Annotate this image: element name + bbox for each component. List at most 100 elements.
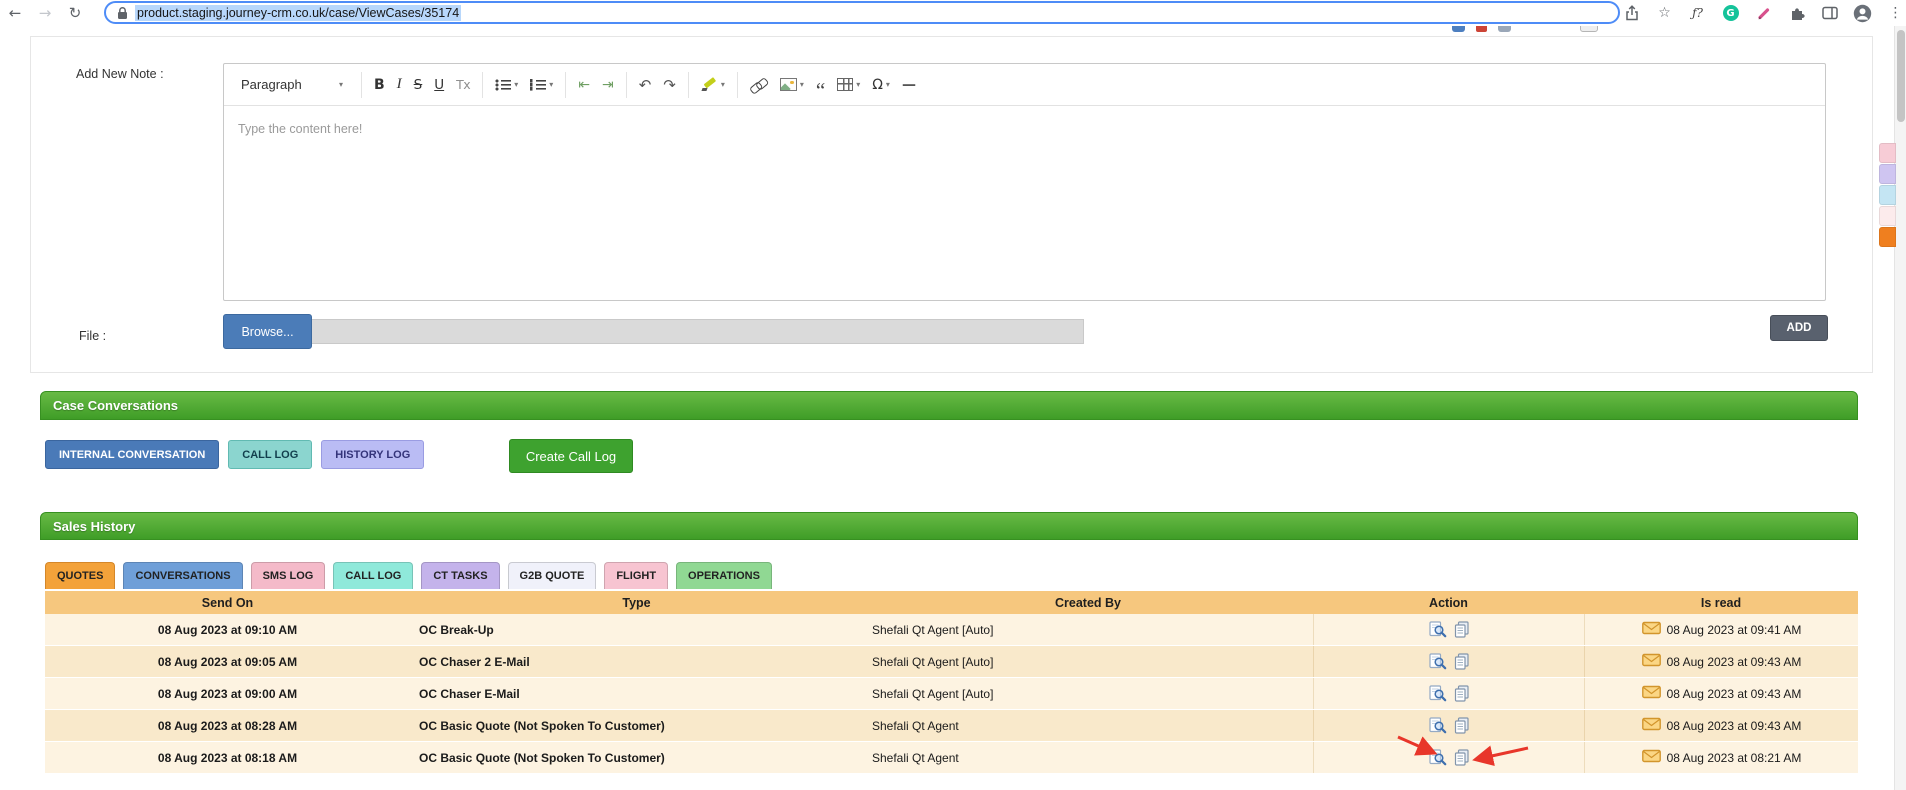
browse-button[interactable]: Browse... <box>223 314 312 349</box>
view-quote-icon[interactable] <box>1428 749 1447 766</box>
table-body: 08 Aug 2023 at 09:10 AM OC Break-Up Shef… <box>45 614 1858 774</box>
decrease-indent-button[interactable]: ⇤ <box>572 70 596 100</box>
table-header-row: Send On Type Created By Action Is read <box>45 591 1858 614</box>
reload-icon[interactable]: ↻ <box>60 0 90 26</box>
strikethrough-button[interactable]: S <box>408 70 429 100</box>
scrollbar-thumb[interactable] <box>1897 30 1905 122</box>
copy-document-icon[interactable] <box>1454 653 1470 670</box>
side-widget-item[interactable] <box>1879 206 1896 226</box>
browser-chrome: ← → ↻ product.staging.journey-crm.co.uk/… <box>0 0 1906 26</box>
add-note-section: Add New Note : Paragraph ▾ B I S U Tx ▾ ▾ ⇤ ⇥ ↶ ↷ ▾… <box>30 36 1873 373</box>
numbered-list-button[interactable]: ▾ <box>524 70 559 100</box>
tab-quotes[interactable]: QUOTES <box>45 562 116 589</box>
side-panel-icon[interactable] <box>1820 0 1839 26</box>
column-header-action: Action <box>1429 595 1468 610</box>
table-row[interactable]: 08 Aug 2023 at 08:28 AM OC Basic Quote (… <box>45 710 1858 742</box>
lock-icon <box>116 6 129 20</box>
cell-is-read: 08 Aug 2023 at 09:43 AM <box>1584 678 1858 709</box>
table-row[interactable]: 08 Aug 2023 at 09:00 AM OC Chaser E-Mail… <box>45 678 1858 710</box>
remove-format-button[interactable]: Tx <box>450 70 476 100</box>
chevron-down-icon: ▾ <box>799 80 804 89</box>
side-widget-item[interactable] <box>1879 185 1896 205</box>
insert-image-button[interactable]: ▾ <box>774 70 810 100</box>
profile-avatar[interactable] <box>1853 0 1872 26</box>
side-widget-item[interactable] <box>1879 143 1896 163</box>
pencil-extension-icon[interactable] <box>1754 0 1773 26</box>
bookmark-star-icon[interactable]: ☆ <box>1655 0 1674 26</box>
tab-operations[interactable]: OPERATIONS <box>676 562 772 589</box>
table-row[interactable]: 08 Aug 2023 at 09:10 AM OC Break-Up Shef… <box>45 614 1858 646</box>
url-text[interactable]: product.staging.journey-crm.co.uk/case/V… <box>135 4 462 21</box>
page-scrollbar[interactable] <box>1894 26 1906 790</box>
block-quote-button[interactable]: “ <box>810 70 831 100</box>
address-bar[interactable]: product.staging.journey-crm.co.uk/case/V… <box>104 1 1620 24</box>
bulleted-list-icon <box>495 78 512 91</box>
file-label: File : <box>79 329 107 343</box>
remove-format-icon: Tx <box>456 77 471 92</box>
button-internal-conversation[interactable]: INTERNAL CONVERSATION <box>45 440 220 469</box>
button-history-log[interactable]: HISTORY LOG <box>321 440 425 469</box>
tab-g2b-quote[interactable]: G2B QUOTE <box>507 562 597 589</box>
undo-button[interactable]: ↶ <box>633 70 658 100</box>
tab-sms-log[interactable]: SMS LOG <box>250 562 326 589</box>
underline-button[interactable]: U <box>428 70 450 100</box>
increase-indent-icon: ⇥ <box>601 76 614 93</box>
envelope-icon <box>1641 717 1661 734</box>
tab-flight[interactable]: FLIGHT <box>604 562 669 589</box>
side-widget-item[interactable] <box>1879 227 1896 247</box>
view-quote-icon[interactable] <box>1428 685 1447 702</box>
tab-call-log[interactable]: CALL LOG <box>333 562 414 589</box>
column-header-type: Type <box>622 595 651 610</box>
side-color-widget <box>1879 143 1896 248</box>
cell-created-by: Shefali Qt Agent [Auto] <box>872 686 994 701</box>
view-quote-icon[interactable] <box>1428 653 1447 670</box>
grammarly-extension-icon[interactable]: G <box>1721 0 1740 26</box>
numbered-list-icon <box>530 78 547 91</box>
horizontal-line-button[interactable]: — <box>896 70 922 100</box>
cell-action <box>1313 742 1584 773</box>
table-row[interactable]: 08 Aug 2023 at 08:18 AM OC Basic Quote (… <box>45 742 1858 774</box>
special-characters-button[interactable]: Ω ▾ <box>866 70 896 100</box>
file-input-track[interactable] <box>312 319 1084 344</box>
bold-button[interactable]: B <box>368 70 391 100</box>
redo-button[interactable]: ↷ <box>657 70 682 100</box>
back-icon[interactable]: ← <box>0 0 30 26</box>
fn-extension-icon[interactable]: ƒ? <box>1688 0 1707 26</box>
italic-button[interactable]: I <box>391 70 408 100</box>
increase-indent-button[interactable]: ⇥ <box>596 70 620 100</box>
create-call-log-button[interactable]: Create Call Log <box>509 439 633 473</box>
is-read-date: 08 Aug 2023 at 08:21 AM <box>1666 750 1802 765</box>
button-call-log[interactable]: CALL LOG <box>228 440 313 469</box>
forward-icon[interactable]: → <box>30 0 60 26</box>
sales-history-header: Sales History <box>40 512 1858 540</box>
view-quote-icon[interactable] <box>1428 717 1447 734</box>
tab-ct-tasks[interactable]: CT TASKS <box>421 562 500 589</box>
paragraph-dropdown[interactable]: Paragraph ▾ <box>233 70 351 100</box>
cell-type: OC Chaser 2 E-Mail <box>419 654 530 669</box>
cell-type: OC Chaser E-Mail <box>419 686 520 701</box>
share-icon[interactable] <box>1622 0 1641 26</box>
editor-body[interactable]: Type the content here! <box>224 106 1825 301</box>
side-widget-item[interactable] <box>1879 164 1896 184</box>
browser-menu-icon[interactable]: ⋮ <box>1886 0 1905 26</box>
chevron-down-icon: ▾ <box>856 80 861 89</box>
add-note-label: Add New Note : <box>76 67 164 81</box>
insert-table-button[interactable]: ▾ <box>831 70 866 100</box>
copy-document-icon[interactable] <box>1454 749 1470 766</box>
copy-document-icon[interactable] <box>1454 717 1470 734</box>
envelope-icon <box>1641 685 1661 702</box>
view-quote-icon[interactable] <box>1428 621 1447 638</box>
copy-document-icon[interactable] <box>1454 621 1470 638</box>
highlight-button[interactable]: ▾ <box>695 70 731 100</box>
copy-document-icon[interactable] <box>1454 685 1470 702</box>
tab-conversations[interactable]: CONVERSATIONS <box>123 562 243 589</box>
table-row[interactable]: 08 Aug 2023 at 09:05 AM OC Chaser 2 E-Ma… <box>45 646 1858 678</box>
add-note-button[interactable]: ADD <box>1770 315 1828 341</box>
link-button[interactable] <box>744 70 774 100</box>
underline-icon: U <box>434 76 445 93</box>
editor-placeholder: Type the content here! <box>238 122 363 136</box>
extensions-puzzle-icon[interactable] <box>1787 0 1806 26</box>
insert-table-icon <box>837 78 854 91</box>
bulleted-list-button[interactable]: ▾ <box>489 70 524 100</box>
cell-created-by: Shefali Qt Agent [Auto] <box>872 622 994 637</box>
